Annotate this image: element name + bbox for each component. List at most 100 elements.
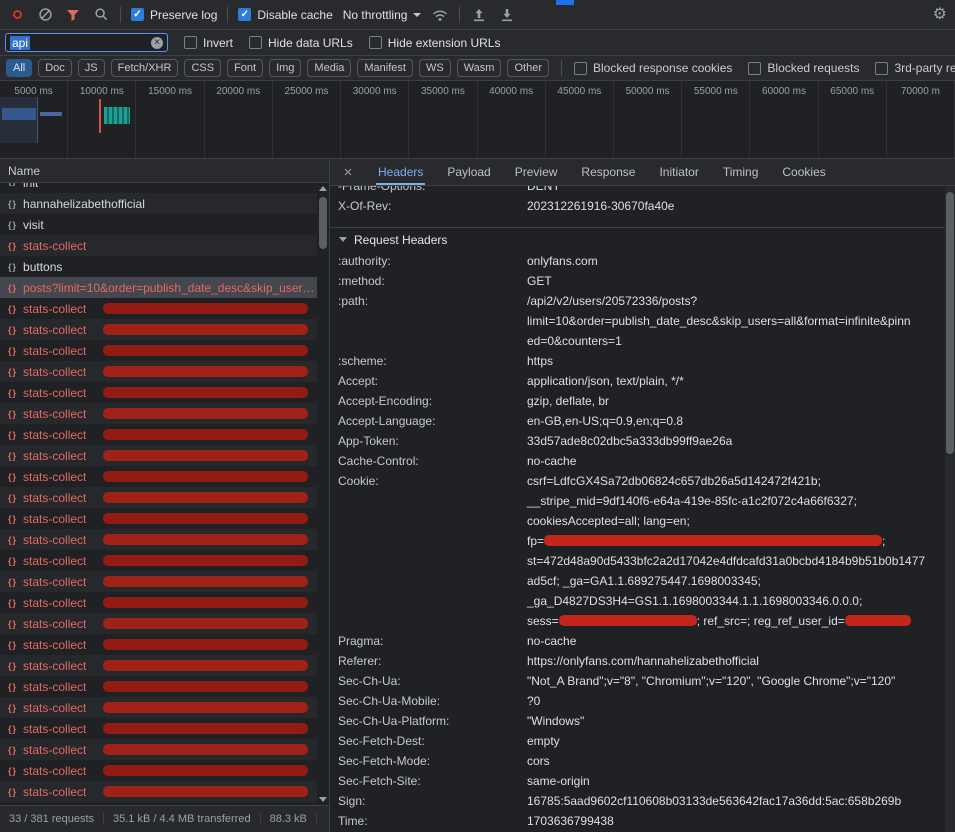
- record-icon[interactable]: [8, 6, 26, 24]
- network-toolbar: Preserve log Disable cache No throttling…: [0, 0, 955, 30]
- hide-data-urls-checkbox[interactable]: Hide data URLs: [249, 36, 353, 50]
- filter-input[interactable]: api ×: [5, 33, 168, 52]
- header-row: Sec-Fetch-Dest:empty: [330, 731, 945, 751]
- scroll-down-icon[interactable]: [319, 797, 327, 802]
- type-filter-ws[interactable]: WS: [419, 59, 451, 77]
- type-filter-js[interactable]: JS: [78, 59, 105, 77]
- request-row[interactable]: {}stats-collect: [0, 403, 317, 424]
- request-row[interactable]: {}hannahelizabethofficial: [0, 193, 317, 214]
- request-row[interactable]: {}stats-collect: [0, 529, 317, 550]
- tab-timing[interactable]: Timing: [711, 159, 771, 185]
- json-resource-icon: {}: [8, 183, 17, 186]
- request-row[interactable]: {}stats-collect: [0, 466, 317, 487]
- throttling-dropdown[interactable]: No throttling: [343, 8, 422, 22]
- hide-extension-urls-checkbox[interactable]: Hide extension URLs: [369, 36, 501, 50]
- filter-checkbox[interactable]: Blocked response cookies: [574, 61, 732, 75]
- json-resource-icon: {}: [8, 451, 17, 461]
- request-row[interactable]: {}stats-collect: [0, 319, 317, 340]
- resources-size: 88.3 kB: [261, 813, 317, 825]
- tab-initiator[interactable]: Initiator: [647, 159, 710, 185]
- type-filter-css[interactable]: CSS: [184, 59, 221, 77]
- scrollbar-thumb[interactable]: [946, 192, 954, 454]
- scroll-up-icon[interactable]: [319, 186, 327, 191]
- request-row[interactable]: {}stats-collect: [0, 613, 317, 634]
- request-row[interactable]: {}stats-collect: [0, 235, 317, 256]
- details-scrollbar[interactable]: [945, 186, 955, 832]
- request-row[interactable]: {}stats-collect: [0, 382, 317, 403]
- type-filter-manifest[interactable]: Manifest: [357, 59, 413, 77]
- request-row[interactable]: {}stats-collect: [0, 592, 317, 613]
- request-list-scrollbar[interactable]: [317, 183, 329, 805]
- request-row[interactable]: {}stats-collect: [0, 634, 317, 655]
- clear-icon[interactable]: [36, 6, 54, 24]
- request-row[interactable]: {}stats-collect: [0, 760, 317, 781]
- type-filter-wasm[interactable]: Wasm: [457, 59, 502, 77]
- header-row: Pragma:no-cache: [330, 631, 945, 651]
- disable-cache-checkbox[interactable]: Disable cache: [238, 8, 332, 22]
- type-filter-doc[interactable]: Doc: [38, 59, 72, 77]
- type-filter-other[interactable]: Other: [507, 59, 549, 77]
- type-filter-img[interactable]: Img: [269, 59, 301, 77]
- throttling-label: No throttling: [343, 8, 408, 22]
- checkbox-unchecked-icon: [574, 62, 587, 75]
- request-row[interactable]: {}posts?limit=10&order=publish_date_desc…: [0, 277, 317, 298]
- header-value: https: [527, 351, 945, 371]
- request-row[interactable]: {}stats-collect: [0, 676, 317, 697]
- settings-gear-icon[interactable]: ⚙: [933, 7, 947, 23]
- invert-checkbox[interactable]: Invert: [184, 36, 233, 50]
- filter-checkbox[interactable]: 3rd-party requests: [875, 61, 955, 75]
- clear-filter-icon[interactable]: ×: [151, 37, 163, 49]
- request-row[interactable]: {}stats-collect: [0, 340, 317, 361]
- request-row[interactable]: {}stats-collect: [0, 697, 317, 718]
- request-row[interactable]: {}stats-collect: [0, 424, 317, 445]
- import-har-icon[interactable]: [470, 6, 488, 24]
- json-resource-icon: {}: [8, 388, 17, 398]
- tab-headers[interactable]: Headers: [366, 159, 435, 185]
- request-row[interactable]: {} stats-collect: [0, 445, 317, 466]
- tab-payload[interactable]: Payload: [435, 159, 502, 185]
- timeline-overview[interactable]: 5000 ms10000 ms15000 ms20000 ms25000 ms3…: [0, 81, 955, 159]
- export-har-icon[interactable]: [498, 6, 516, 24]
- search-icon[interactable]: [92, 6, 110, 24]
- json-resource-icon: {}: [8, 682, 17, 692]
- request-row[interactable]: {}stats-collect: [0, 739, 317, 760]
- request-row[interactable]: {}init: [0, 183, 317, 193]
- cookie-text: sess=: [527, 614, 559, 628]
- redaction-mark: [103, 534, 308, 545]
- name-column-label: Name: [8, 164, 40, 178]
- preserve-log-checkbox[interactable]: Preserve log: [131, 8, 217, 22]
- tick-label: 25000 ms: [285, 86, 329, 158]
- network-main: Name {}init{}hannahelizabethofficial{}vi…: [0, 159, 955, 832]
- filter-checkbox[interactable]: Blocked requests: [748, 61, 859, 75]
- request-name: stats-collect: [23, 449, 86, 463]
- type-filter-all[interactable]: All: [6, 59, 32, 77]
- request-row[interactable]: {}stats-collect: [0, 361, 317, 382]
- type-filter-fetch-xhr[interactable]: Fetch/XHR: [111, 59, 179, 77]
- network-conditions-icon[interactable]: [431, 6, 449, 24]
- close-icon[interactable]: ×: [338, 164, 358, 181]
- request-row[interactable]: {}stats-collect: [0, 550, 317, 571]
- scrollbar-thumb[interactable]: [319, 197, 327, 249]
- request-row[interactable]: {}stats-collect: [0, 487, 317, 508]
- type-filter-font[interactable]: Font: [227, 59, 263, 77]
- request-headers-section[interactable]: Request Headers: [330, 227, 945, 251]
- request-row[interactable]: {}stats-collect: [0, 571, 317, 592]
- request-row[interactable]: {}stats-collect: [0, 781, 317, 802]
- tab-response[interactable]: Response: [569, 159, 647, 185]
- header-value: "Not_A Brand";v="8", "Chromium";v="120",…: [527, 671, 945, 691]
- request-name: stats-collect: [23, 764, 86, 778]
- tab-preview[interactable]: Preview: [503, 159, 570, 185]
- type-filter-media[interactable]: Media: [307, 59, 351, 77]
- filter-icon[interactable]: [64, 6, 82, 24]
- request-row[interactable]: {}stats-collect: [0, 655, 317, 676]
- request-row[interactable]: {}stats-collect: [0, 508, 317, 529]
- request-row[interactable]: {}stats-collect: [0, 718, 317, 739]
- request-row[interactable]: {}visit: [0, 214, 317, 235]
- request-row[interactable]: {}stats-collect: [0, 298, 317, 319]
- tab-cookies[interactable]: Cookies: [770, 159, 837, 185]
- request-name: stats-collect: [23, 575, 86, 589]
- redaction-mark: [103, 765, 308, 776]
- name-column-header[interactable]: Name: [0, 159, 329, 183]
- request-row[interactable]: {}buttons: [0, 256, 317, 277]
- json-resource-icon: {}: [8, 262, 17, 272]
